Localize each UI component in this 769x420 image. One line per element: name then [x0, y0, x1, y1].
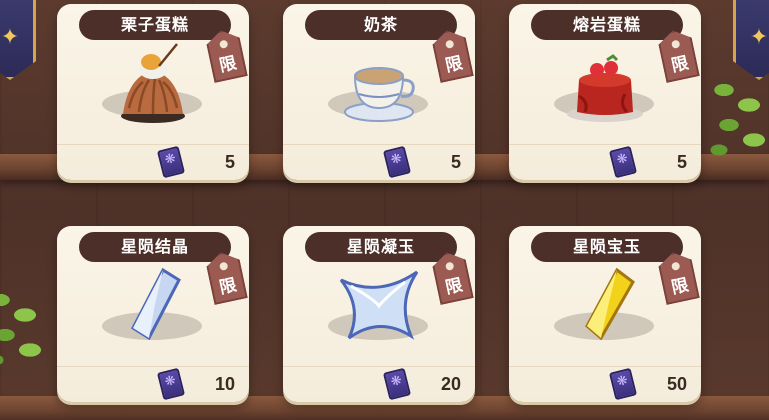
shop-item-card-star-gem[interactable]: 星陨宝玉 限 50 [509, 226, 701, 402]
price-row: 10 [57, 366, 249, 402]
price-row: 20 [283, 366, 475, 402]
blue-crystal-icon [131, 267, 181, 341]
star-ticket-icon [382, 367, 412, 401]
price-value: 5 [450, 152, 461, 172]
right-pennant-decoration: ✦ [733, 0, 769, 80]
price-value: 50 [666, 374, 687, 394]
star-ticket-icon [608, 367, 638, 401]
shop-item-card-milk-tea[interactable]: 奶茶 限 5 [283, 4, 475, 180]
price-value: 20 [440, 374, 461, 394]
star-icon: ✦ [0, 25, 20, 50]
price-row: 50 [509, 366, 701, 402]
price-value: 5 [676, 152, 687, 172]
star-ticket-icon [382, 145, 412, 179]
leaves-decoration-left [0, 280, 50, 370]
shop-item-card-star-crystal[interactable]: 星陨结晶 限 10 [57, 226, 249, 402]
shop-item-card-lava-cake[interactable]: 熔岩蛋糕 限 5 [509, 4, 701, 180]
milk-tea-icon [344, 67, 415, 122]
star-ticket-icon [156, 367, 186, 401]
star-icon: ✦ [749, 25, 769, 50]
yellow-gem-icon [585, 267, 635, 341]
price-value: 10 [214, 374, 235, 394]
chestnut-cake-icon [121, 43, 185, 123]
price-row: 5 [283, 144, 475, 180]
leaves-decoration-right [704, 70, 769, 160]
star-ticket-icon [608, 145, 638, 179]
shop-item-card-chestnut-cake[interactable]: 栗子蛋糕 限 5 [57, 4, 249, 180]
star-jade-icon [339, 270, 419, 340]
star-ticket-icon [156, 145, 186, 179]
price-value: 5 [224, 152, 235, 172]
left-pennant-decoration: ✦ [0, 0, 36, 80]
lava-cake-icon [567, 54, 643, 122]
price-row: 5 [509, 144, 701, 180]
shop-item-card-star-jade[interactable]: 星陨凝玉 限 20 [283, 226, 475, 402]
price-row: 5 [57, 144, 249, 180]
